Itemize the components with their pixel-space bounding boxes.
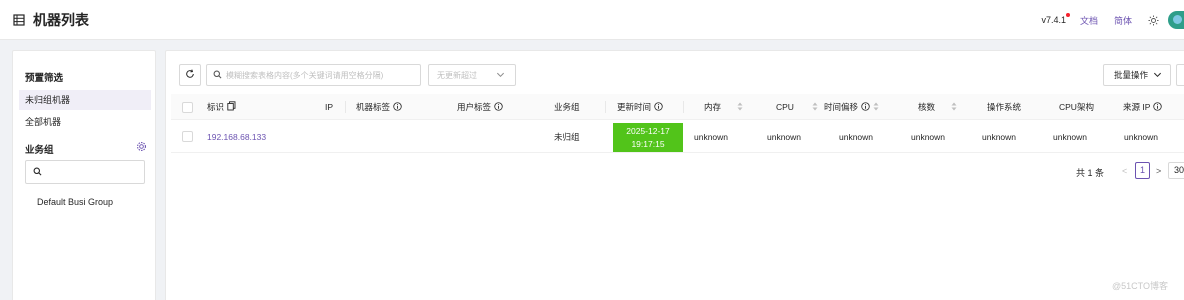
pagination-prev-icon[interactable]: <	[1122, 166, 1127, 176]
col-os[interactable]: 操作系统	[987, 94, 1021, 120]
col-offset-label: 时间偏移	[824, 102, 859, 112]
col-tags-label: 机器标签	[356, 102, 391, 112]
batch-actions-label: 批量操作	[1114, 70, 1149, 80]
col-tags[interactable]: 机器标签	[356, 94, 402, 120]
update-clock: 19:17:15	[631, 139, 665, 149]
col-mem[interactable]: 内存	[704, 94, 743, 120]
select-all-checkbox[interactable]	[182, 102, 193, 113]
col-ip[interactable]: IP	[325, 94, 333, 120]
cell-mem: unknown	[694, 132, 729, 142]
col-arch[interactable]: CPU架构	[1059, 94, 1094, 120]
cell-source-ip: unknown	[1124, 132, 1159, 142]
sidebar-item-all-machines[interactable]: 全部机器	[19, 112, 151, 132]
cell-group: 未归组	[554, 132, 580, 142]
page-title: 机器列表	[33, 11, 89, 28]
column-divider	[683, 101, 684, 113]
group-item-default[interactable]: Default Busi Group	[37, 197, 113, 207]
info-icon[interactable]	[393, 95, 402, 121]
cell-offset: unknown	[839, 132, 874, 142]
search-icon	[213, 70, 222, 81]
pagination-total: 共 1 条	[1076, 168, 1105, 178]
cell-cores: unknown	[911, 132, 946, 142]
avatar[interactable]	[1168, 11, 1184, 29]
machine-ident-link[interactable]: 192.168.68.133	[207, 121, 266, 153]
table-search-input[interactable]: 模糊搜索表格内容(多个关键词请用空格分隔)	[206, 64, 421, 86]
machine-table-panel: 模糊搜索表格内容(多个关键词请用空格分隔) 无更新超过 批量操作 标识 IP 机…	[165, 50, 1184, 300]
row-checkbox[interactable]	[182, 131, 193, 142]
copy-icon[interactable]	[227, 95, 236, 121]
business-group-title: 业务组	[25, 145, 54, 156]
no-update-filter-select[interactable]: 无更新超过	[428, 64, 516, 86]
group-search-input[interactable]	[25, 160, 145, 184]
col-cores-label: 核数	[918, 102, 936, 112]
col-group[interactable]: 业务组	[554, 94, 580, 120]
sun-icon[interactable]	[1148, 14, 1159, 26]
col-source-ip[interactable]: 来源 IP	[1123, 94, 1163, 121]
col-user-tags-label: 用户标签	[457, 102, 492, 112]
col-ident[interactable]: 标识	[207, 94, 236, 120]
col-user-tags[interactable]: 用户标签	[457, 94, 503, 120]
sort-icon[interactable]	[873, 95, 879, 121]
update-time-badge: 2025-12-17 19:17:15	[613, 123, 683, 152]
search-icon	[33, 167, 42, 178]
col-cpu[interactable]: CPU	[776, 94, 818, 120]
info-icon[interactable]	[494, 95, 503, 121]
table-row: 192.168.68.133 未归组 2025-12-17 19:17:15 u…	[171, 121, 1184, 153]
language-switch[interactable]: 简体	[1114, 14, 1132, 27]
chevron-down-icon	[496, 70, 505, 81]
refresh-button[interactable]	[179, 64, 201, 86]
header-actions: v7.4.1 文档 简体	[1041, 0, 1184, 40]
watermark: @51CTO博客	[1112, 281, 1168, 291]
version-badge[interactable]: v7.4.1	[1041, 13, 1070, 25]
update-date: 2025-12-17	[626, 126, 670, 136]
info-icon[interactable]	[1153, 95, 1163, 121]
gear-icon[interactable]	[136, 141, 147, 152]
column-divider	[345, 101, 346, 113]
pagination-next-icon[interactable]: >	[1156, 166, 1161, 176]
sort-icon[interactable]	[812, 95, 818, 121]
col-offset[interactable]: 时间偏移	[824, 94, 879, 120]
col-cores[interactable]: 核数	[918, 94, 957, 120]
table-header: 标识 IP 机器标签 用户标签 业务组 更新时间 内存 CPU 时间偏移 核数 …	[171, 94, 1184, 120]
pagination-current-page[interactable]: 1	[1135, 162, 1150, 179]
column-settings-button[interactable]	[1176, 64, 1184, 86]
top-header: 机器列表 v7.4.1 文档 简体	[0, 0, 1184, 40]
docs-link[interactable]: 文档	[1080, 14, 1098, 27]
filter-sidebar: 预置筛选 未归组机器 全部机器 业务组 Default Busi Group	[12, 50, 156, 300]
refresh-icon	[185, 69, 195, 81]
update-dot	[1065, 13, 1070, 17]
search-placeholder: 模糊搜索表格内容(多个关键词请用空格分隔)	[226, 70, 384, 80]
batch-actions-button[interactable]: 批量操作	[1103, 64, 1171, 86]
page-size-select[interactable]: 30	[1168, 162, 1184, 179]
info-icon[interactable]	[654, 95, 663, 121]
sidebar-item-ungrouped[interactable]: 未归组机器	[19, 90, 151, 110]
info-icon[interactable]	[861, 95, 870, 121]
version-label: v7.4.1	[1041, 15, 1066, 25]
column-divider	[605, 101, 606, 113]
col-update-time-label: 更新时间	[617, 102, 652, 112]
list-icon	[12, 13, 26, 27]
sort-icon[interactable]	[737, 95, 743, 121]
col-source-ip-label: 来源 IP	[1123, 102, 1151, 112]
col-update-time[interactable]: 更新时间	[617, 94, 663, 120]
col-cpu-label: CPU	[776, 102, 794, 112]
cell-cpu: unknown	[767, 132, 802, 142]
col-ident-label: 标识	[207, 102, 225, 112]
cell-arch: unknown	[1053, 132, 1088, 142]
col-mem-label: 内存	[704, 102, 722, 112]
chevron-down-icon	[1153, 70, 1162, 81]
filter-select-value: 无更新超过	[437, 70, 477, 80]
cell-os: unknown	[982, 132, 1017, 142]
sort-icon[interactable]	[951, 95, 957, 121]
preset-filter-title: 预置筛选	[25, 73, 64, 84]
